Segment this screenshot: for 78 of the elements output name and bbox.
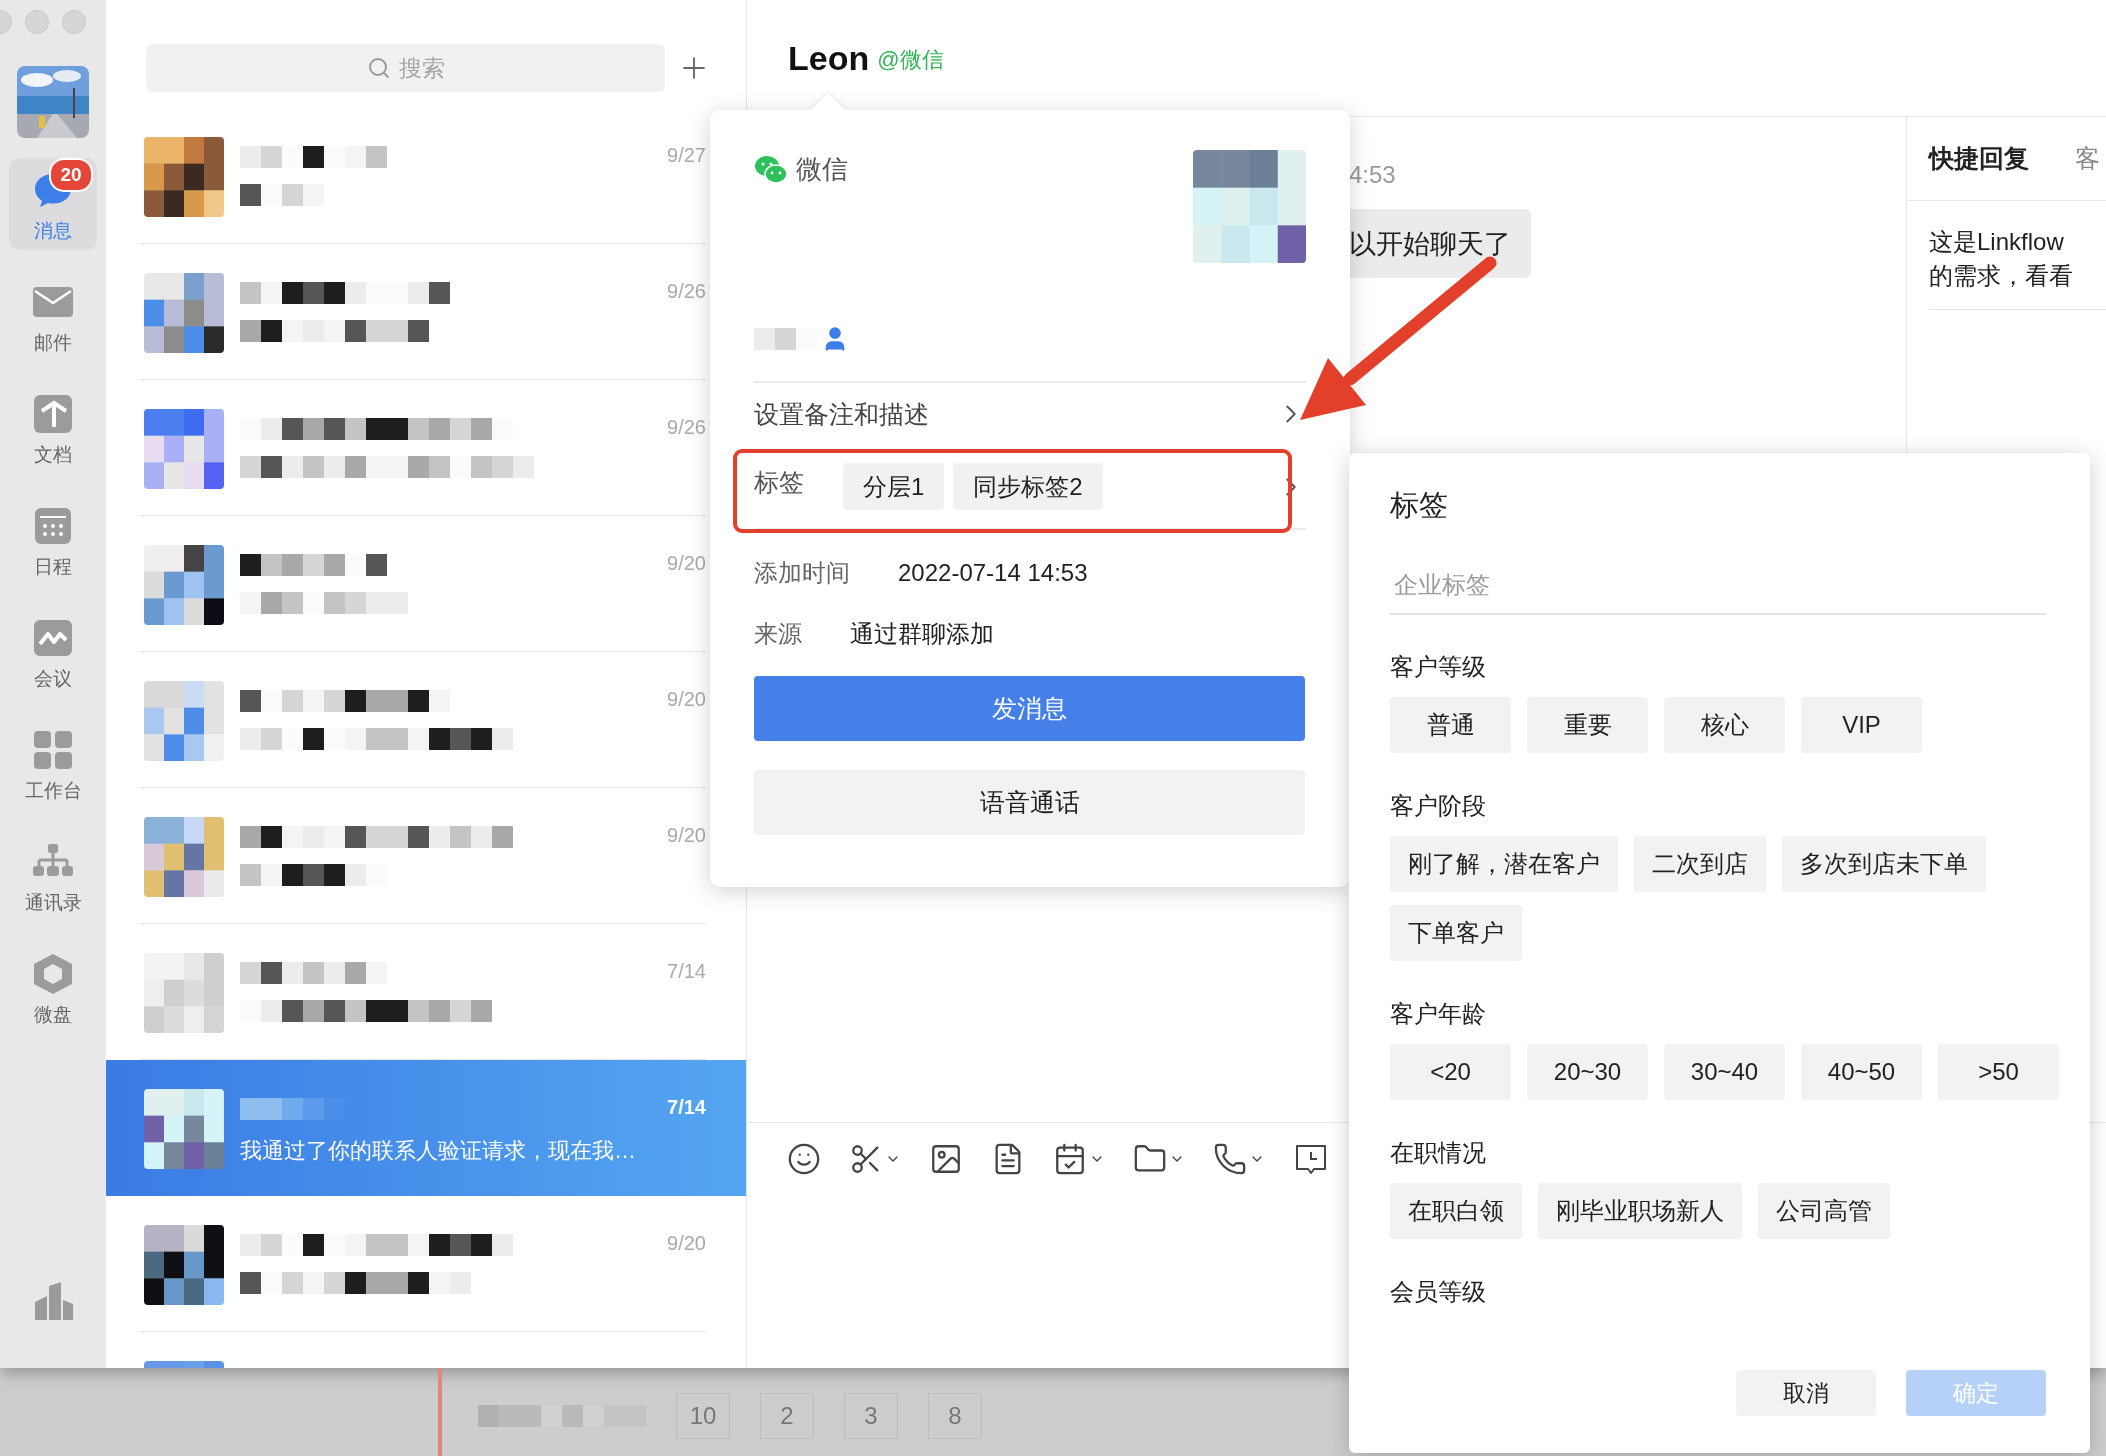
group-title: 在职情况 [1390,1139,1487,1167]
search-icon [366,56,391,80]
conversation-date: 9/20 [667,1232,706,1255]
tag-chip: 同步标签2 [953,463,1103,510]
wechat-icon [754,154,788,185]
page-number: 8 [928,1393,982,1439]
conversation-date: 7/14 [667,960,706,983]
tag-option[interactable]: 核心 [1664,697,1785,753]
tag-option[interactable]: 下单客户 [1390,905,1522,961]
tag-option[interactable]: VIP [1801,697,1922,753]
tag-option[interactable]: 20~30 [1527,1044,1648,1100]
conversation-date: 9/26 [667,280,706,303]
group-title: 客户年龄 [1390,1000,1487,1028]
nav-item[interactable]: 会议 [9,606,97,698]
nav-item[interactable]: 日程 [9,494,97,586]
panel-tab[interactable]: 客 [2075,142,2100,175]
conversation-item[interactable]: 我通过了你的联系人验证请求，现在我… 7/14 [106,1060,746,1196]
panel-title: 标签 [1390,488,1449,523]
page-number: 2 [760,1393,814,1439]
grid-icon [34,731,72,769]
calendar-icon [35,508,71,544]
group-title: 客户阶段 [1390,792,1487,820]
chat-source: @微信 [877,46,944,74]
tag-option[interactable]: 多次到店未下单 [1782,836,1986,892]
emoji-icon[interactable] [787,1142,821,1176]
phone-icon[interactable] [1213,1142,1247,1176]
nav-item[interactable]: 通讯录 [9,830,97,922]
nav-item[interactable]: 文档 [9,382,97,474]
tag-option[interactable]: 刚了解，潜在客户 [1390,836,1618,892]
conversation-date: 9/20 [667,824,706,847]
conversation-date: 9/20 [667,688,706,711]
tag-option[interactable]: 刚毕业职场新人 [1538,1183,1742,1239]
tag-option[interactable]: 40~50 [1801,1044,1922,1100]
meeting-icon [34,620,72,656]
unread-badge: 20 [49,158,93,192]
tag-option[interactable]: >50 [1938,1044,2059,1100]
voice-call-button[interactable]: 语音通话 [754,770,1305,835]
conversation-date: 9/27 [667,144,706,167]
detail-label: 添加时间 [754,557,850,588]
conversation-date: 9/26 [667,416,706,439]
envelope-icon [33,287,73,317]
page-number: 3 [844,1393,898,1439]
hexagon-icon [34,954,72,994]
nav-item[interactable]: 微盘 [9,942,97,1034]
message-time: 4:53 [1349,161,1396,189]
document-icon [34,395,72,433]
cancel-button[interactable]: 取消 [1736,1370,1876,1416]
search-field[interactable]: 企业标签 [1390,557,2046,615]
conversation-date: 9/20 [667,552,706,575]
message-preview: 我通过了你的联系人验证请求，现在我… [240,1137,637,1165]
group-title: 客户等级 [1390,653,1487,681]
conversation-date: 7/14 [667,1096,706,1119]
detail-value: 2022-07-14 14:53 [898,558,1088,587]
group-title: 会员等级 [1390,1278,1487,1306]
tag-option[interactable]: 普通 [1390,697,1511,753]
quick-reply-text: 的需求，看看 [1929,261,2074,291]
contact-source: 微信 [796,153,848,186]
nav-item[interactable]: 20 消息 [9,158,97,250]
quick-reply-text: 这是Linkflow [1929,227,2065,257]
page-number: 10 [676,1393,730,1439]
tag-chip: 分层1 [843,463,945,510]
tag-option[interactable]: 30~40 [1664,1044,1785,1100]
nav-item[interactable]: 工作台 [9,718,97,810]
nav-item[interactable]: 邮件 [9,270,97,362]
detail-value: 通过群聊添加 [850,618,994,649]
tags-label: 标签 [754,467,805,498]
detail-label: 来源 [754,618,802,649]
tag-option[interactable]: 在职白领 [1390,1183,1522,1239]
chat-title: Leon [788,38,870,78]
image-icon[interactable] [929,1142,963,1176]
tag-option[interactable]: 公司高管 [1758,1183,1890,1239]
send-message-button[interactable]: 发消息 [754,676,1305,741]
panel-tab[interactable]: 快捷回复 [1929,142,2029,175]
remark-row[interactable]: 设置备注和描述 [754,381,1306,445]
tag-option[interactable]: <20 [1390,1044,1511,1100]
tag-option[interactable]: 重要 [1527,697,1648,753]
tag-option[interactable]: 二次到店 [1634,836,1766,892]
calendar-check-icon[interactable] [1053,1142,1087,1176]
